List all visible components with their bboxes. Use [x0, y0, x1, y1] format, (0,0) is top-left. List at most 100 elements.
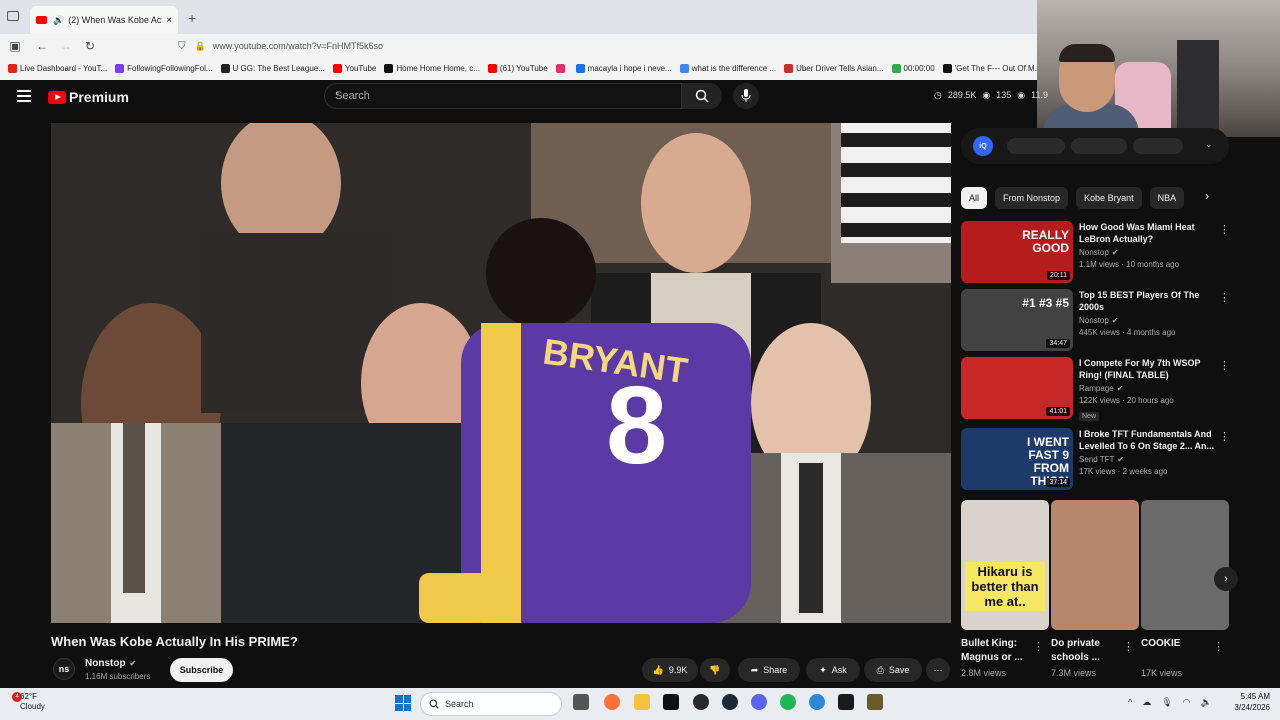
bookmark-item[interactable]: [555, 63, 568, 73]
firefox-icon[interactable]: [604, 694, 620, 710]
forward-icon[interactable]: →: [54, 39, 78, 53]
short-title[interactable]: Bullet King: Magnus or ...: [961, 637, 1033, 665]
more-options-icon[interactable]: ⋮: [1123, 640, 1134, 653]
tracking-shield-icon[interactable]: ⛉: [178, 41, 186, 52]
chips-next-icon[interactable]: ›: [1205, 189, 1209, 203]
reload-icon[interactable]: ↻: [78, 39, 102, 53]
close-tab-icon[interactable]: ×: [166, 15, 172, 26]
steam-icon[interactable]: [722, 694, 738, 710]
more-options-icon[interactable]: ⋮: [1219, 291, 1230, 304]
address-bar[interactable]: ⛉ 🔒 www.youtube.com/watch?v=FnHMTf5k6so: [178, 37, 1038, 55]
microphone-tray-icon[interactable]: 🎙: [1161, 697, 1172, 708]
app-icon-11[interactable]: [867, 694, 883, 710]
hamburger-menu-icon[interactable]: [17, 90, 31, 102]
short-title[interactable]: COOKIE: [1141, 637, 1213, 651]
browser-tab-active[interactable]: 🔊 (2) When Was Kobe Actuall ×: [30, 6, 178, 34]
filter-chip[interactable]: Kobe Bryant: [1076, 187, 1142, 209]
recommendation-item[interactable]: I WENT FAST 9 FROM THIS?!37:14I Broke TF…: [961, 428, 1231, 492]
short-thumbnail[interactable]: [1141, 500, 1229, 630]
recommendation-channel[interactable]: Nonstop ✔: [1079, 248, 1215, 257]
recommendation-item[interactable]: #1 #3 #5 34:47 Top 15 BEST Players Of The …: [961, 289, 1231, 353]
tray-overflow-icon[interactable]: ^: [1128, 697, 1132, 708]
dislike-button[interactable]: 👎: [700, 658, 730, 682]
taskbar-clock[interactable]: 5:45 AM 3/24/2026: [1226, 691, 1270, 713]
recommendation-channel-name[interactable]: Rampage: [1079, 384, 1114, 393]
channel-name-text[interactable]: Nonstop: [85, 658, 126, 669]
chevron-down-icon[interactable]: ⌄: [1205, 139, 1213, 150]
channel-avatar[interactable]: ns: [53, 658, 75, 680]
recommendation-title[interactable]: I Broke TFT Fundamentals And Levelled To…: [1079, 428, 1215, 452]
bookmark-item[interactable]: U GG: The Best League...: [220, 63, 325, 73]
bookmark-item[interactable]: what is the difference ...: [679, 63, 776, 73]
search-button[interactable]: [682, 83, 722, 109]
lock-icon[interactable]: 🔒: [195, 41, 206, 52]
bookmark-item[interactable]: 00:00:00: [891, 63, 935, 73]
recommendation-title[interactable]: How Good Was Miami Heat LeBron Actually?: [1079, 221, 1215, 245]
speaker-icon[interactable]: 🔊: [53, 15, 64, 26]
volume-icon[interactable]: 🔈: [1201, 697, 1212, 708]
video-thumbnail[interactable]: 41:01: [961, 357, 1073, 419]
network-icon[interactable]: ☁: [1142, 697, 1151, 708]
app-icon-5[interactable]: [693, 694, 709, 710]
subscribe-button[interactable]: Subscribe: [170, 658, 233, 682]
bookmark-item[interactable]: YouTube: [332, 63, 376, 73]
more-options-icon[interactable]: ⋮: [1219, 223, 1230, 236]
more-options-icon[interactable]: ⋮: [1219, 430, 1230, 443]
more-options-icon[interactable]: ⋮: [1213, 640, 1224, 653]
bookmark-item[interactable]: 'Get The F--- Out Of M...: [942, 63, 1040, 73]
ask-button[interactable]: ✦ Ask: [806, 658, 860, 682]
recommendation-title[interactable]: I Compete For My 7th WSOP Ring! (FINAL T…: [1079, 357, 1215, 381]
taskbar-search[interactable]: Search: [420, 692, 562, 716]
discord-icon[interactable]: [751, 694, 767, 710]
video-thumbnail[interactable]: #1 #3 #5 34:47: [961, 289, 1073, 351]
video-player[interactable]: BRYANT 8: [51, 123, 951, 623]
new-tab-button[interactable]: +: [188, 10, 196, 26]
wifi-icon[interactable]: ◠: [1183, 697, 1191, 708]
bookmark-item[interactable]: macayla i hope i neve...: [575, 63, 672, 73]
short-thumbnail[interactable]: [1051, 500, 1139, 630]
video-thumbnail[interactable]: I WENT FAST 9 FROM THIS?!37:14: [961, 428, 1073, 490]
windows-start-icon[interactable]: [395, 695, 411, 711]
shorts-next-button[interactable]: ›: [1214, 567, 1238, 591]
recommendation-item[interactable]: 41:01 I Compete For My 7th WSOP Ring! (FI…: [961, 357, 1231, 421]
iq-extension-bar[interactable]: iQ ⌄: [961, 128, 1229, 164]
bookmark-item[interactable]: Live Dashboard - YouT...: [8, 63, 107, 73]
recommendation-channel[interactable]: Nonstop ✔: [1079, 316, 1215, 325]
weather-widget[interactable]: 4 62°F Cloudy: [12, 692, 45, 712]
channel-name[interactable]: Nonstop ✔: [85, 658, 136, 669]
filter-chip[interactable]: All: [961, 187, 988, 209]
app-icon-10[interactable]: [838, 694, 854, 710]
video-thumbnail[interactable]: REALLY GOOD 20:11: [961, 221, 1073, 283]
more-actions-button[interactable]: ···: [926, 658, 950, 682]
spotify-icon[interactable]: [780, 694, 796, 710]
back-icon[interactable]: ←: [30, 39, 54, 53]
recommendation-channel-name[interactable]: Nonstop: [1079, 248, 1109, 257]
recommendation-channel[interactable]: Rampage ✔: [1079, 384, 1215, 393]
filter-chip[interactable]: NBA: [1149, 187, 1185, 209]
search-input[interactable]: Search: [324, 83, 682, 109]
voice-search-button[interactable]: [733, 83, 759, 109]
x-app-icon[interactable]: [663, 694, 679, 710]
short-thumbnail[interactable]: Hikaru is better than me at..: [961, 500, 1049, 630]
recommendation-item[interactable]: REALLY GOOD 20:11 How Good Was Miami Heat …: [961, 221, 1231, 285]
share-button[interactable]: ➦ Share: [738, 658, 800, 682]
url-text[interactable]: www.youtube.com/watch?v=FnHMTf5k6so: [213, 41, 383, 51]
youtube-premium-logo[interactable]: Premium: [48, 89, 129, 105]
bookmark-item[interactable]: Uber Driver Tells Asian...: [784, 63, 884, 73]
filter-chip[interactable]: From Nonstop: [995, 187, 1069, 209]
recommendation-title[interactable]: Top 15 BEST Players Of The 2000s: [1079, 289, 1215, 313]
sidebar-toggle-icon[interactable]: ▣: [0, 39, 30, 53]
file-explorer-icon[interactable]: [634, 694, 650, 710]
app-icon-9[interactable]: [809, 694, 825, 710]
like-button[interactable]: 👍 9.9K: [642, 658, 698, 682]
recommendation-channel-name[interactable]: Nonstop: [1079, 316, 1109, 325]
short-title[interactable]: Do private schools ...: [1051, 637, 1123, 665]
recommendation-channel[interactable]: Send TFT ✔: [1079, 455, 1215, 464]
bookmark-item[interactable]: (61) YouTube: [487, 63, 548, 73]
more-options-icon[interactable]: ⋮: [1219, 359, 1230, 372]
more-options-icon[interactable]: ⋮: [1033, 640, 1044, 653]
save-button[interactable]: ⎙ Save: [864, 658, 922, 682]
task-view-icon[interactable]: [573, 694, 589, 710]
bookmark-item[interactable]: Home Home Home, c...: [384, 63, 480, 73]
tab-actions-icon[interactable]: [7, 11, 19, 21]
